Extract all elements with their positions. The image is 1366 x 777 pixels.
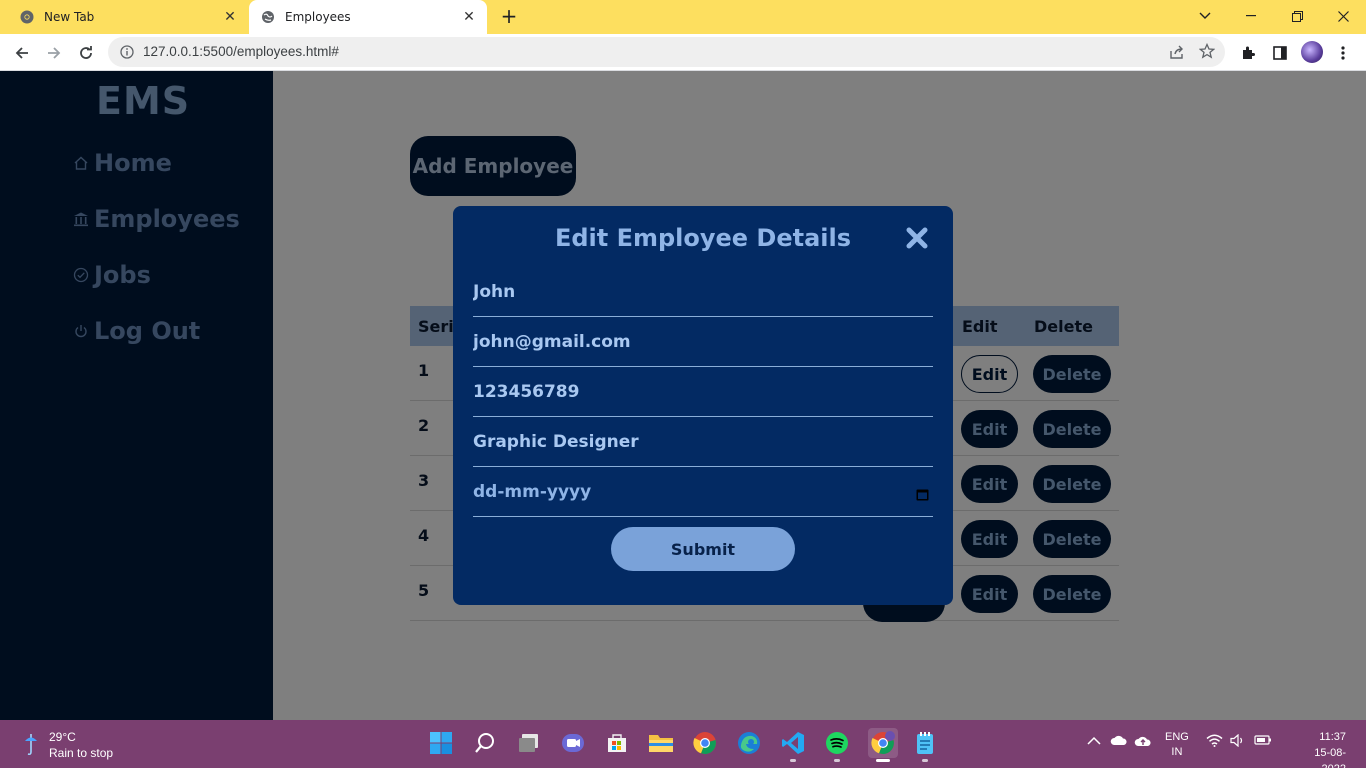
email-field bbox=[473, 317, 933, 367]
edge-icon[interactable] bbox=[736, 730, 762, 756]
minimize-button[interactable] bbox=[1228, 0, 1274, 32]
running-indicator bbox=[922, 759, 928, 762]
info-icon[interactable] bbox=[120, 44, 134, 63]
side-panel-icon[interactable] bbox=[1267, 40, 1293, 66]
job-field bbox=[473, 417, 933, 467]
phone-input[interactable] bbox=[473, 367, 933, 416]
browser-toolbar: 127.0.0.1:5500/employees.html# bbox=[0, 34, 1366, 71]
clock-time: 11:37 bbox=[1319, 731, 1346, 743]
wifi-icon[interactable] bbox=[1206, 734, 1223, 750]
search-icon[interactable] bbox=[472, 730, 498, 756]
forward-button[interactable] bbox=[41, 40, 67, 66]
extensions-icon[interactable] bbox=[1235, 40, 1261, 66]
close-window-button[interactable] bbox=[1320, 0, 1366, 32]
language-code: ENG bbox=[1165, 731, 1189, 743]
calendar-icon[interactable] bbox=[916, 486, 929, 501]
clock-date: 15-08-2022 bbox=[1314, 747, 1346, 775]
share-icon[interactable] bbox=[1169, 44, 1185, 64]
chrome-profile-icon[interactable] bbox=[868, 728, 898, 758]
tab-new-tab[interactable]: New Tab ✕ bbox=[8, 0, 248, 34]
back-button[interactable] bbox=[9, 40, 35, 66]
vscode-icon[interactable] bbox=[780, 730, 806, 756]
email-input[interactable] bbox=[473, 317, 933, 366]
chrome-icon[interactable] bbox=[692, 730, 718, 756]
spotify-icon[interactable] bbox=[824, 730, 850, 756]
windows-start-icon[interactable] bbox=[428, 730, 454, 756]
running-indicator bbox=[834, 759, 840, 762]
teams-chat-icon[interactable] bbox=[560, 730, 586, 756]
chrome-icon bbox=[20, 10, 34, 24]
page-viewport: EMS Home Employees Jobs Log Out bbox=[0, 71, 1366, 720]
more-menu-icon[interactable] bbox=[1330, 40, 1356, 66]
close-tab-icon[interactable]: ✕ bbox=[218, 9, 242, 25]
name-field bbox=[473, 267, 933, 317]
reload-button[interactable] bbox=[73, 40, 99, 66]
tab-title: Employees bbox=[285, 10, 351, 24]
rain-icon[interactable] bbox=[22, 732, 40, 760]
profile-avatar[interactable] bbox=[1301, 41, 1323, 63]
battery-icon[interactable] bbox=[1254, 734, 1272, 749]
bookmark-star-icon[interactable] bbox=[1198, 42, 1216, 63]
browser-tab-bar: New Tab ✕ Employees ✕ + bbox=[0, 0, 1366, 34]
date-field bbox=[473, 467, 933, 517]
language-indicator[interactable]: ENG IN bbox=[1165, 730, 1189, 760]
address-bar[interactable]: 127.0.0.1:5500/employees.html# bbox=[108, 37, 1225, 67]
tab-employees[interactable]: Employees ✕ bbox=[249, 0, 487, 34]
submit-button[interactable]: Submit bbox=[611, 527, 795, 571]
system-clock[interactable]: 11:37 15-08-2022 bbox=[1300, 729, 1346, 777]
globe-icon bbox=[261, 10, 275, 24]
tab-search-icon[interactable] bbox=[1182, 0, 1228, 32]
name-input[interactable] bbox=[473, 267, 933, 316]
modal-title: Edit Employee Details bbox=[554, 224, 852, 252]
active-indicator bbox=[876, 759, 890, 762]
url-text: 127.0.0.1:5500/employees.html# bbox=[143, 44, 339, 59]
weather-temperature: 29°C bbox=[49, 730, 76, 744]
close-icon[interactable] bbox=[905, 226, 929, 250]
tab-title: New Tab bbox=[44, 10, 95, 24]
region-code: IN bbox=[1171, 746, 1183, 758]
new-tab-button[interactable]: + bbox=[498, 5, 520, 27]
cloud-upload-icon[interactable] bbox=[1134, 734, 1152, 751]
close-tab-icon[interactable]: ✕ bbox=[457, 9, 481, 25]
file-explorer-icon[interactable] bbox=[648, 730, 674, 756]
edit-employee-modal: Edit Employee Details Submit bbox=[453, 206, 953, 605]
phone-field bbox=[473, 367, 933, 417]
microsoft-store-icon[interactable] bbox=[604, 730, 630, 756]
date-input[interactable] bbox=[473, 467, 933, 516]
weather-description: Rain to stop bbox=[49, 746, 114, 760]
task-view-icon[interactable] bbox=[516, 730, 542, 756]
volume-icon[interactable] bbox=[1230, 733, 1245, 750]
restore-button[interactable] bbox=[1274, 0, 1320, 32]
windows-taskbar: 29°C Rain to stop ENG IN 11:37 15-08-202… bbox=[0, 720, 1366, 775]
job-input[interactable] bbox=[473, 417, 933, 466]
notepad-icon[interactable] bbox=[912, 730, 938, 756]
running-indicator bbox=[790, 759, 796, 762]
onedrive-icon[interactable] bbox=[1110, 734, 1128, 749]
chevron-up-icon[interactable] bbox=[1087, 734, 1101, 749]
